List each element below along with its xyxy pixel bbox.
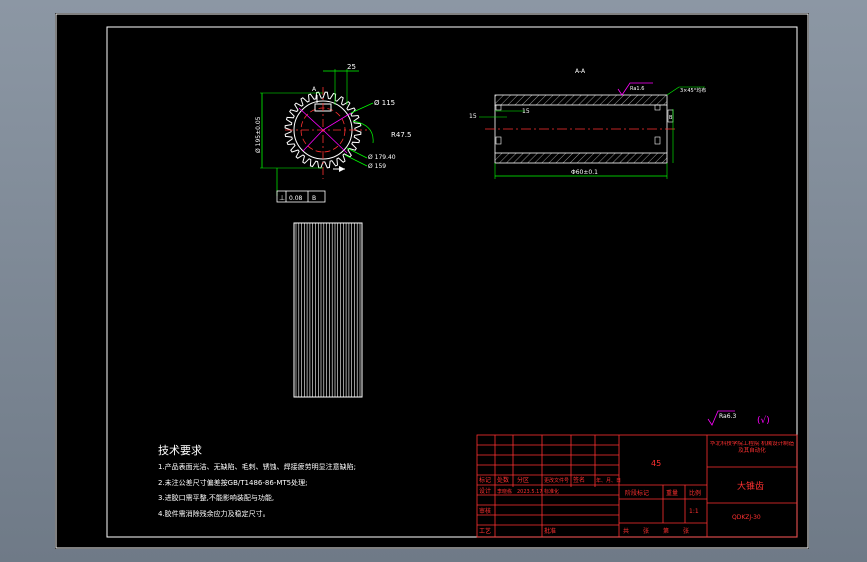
tb-stage-label: 阶段标记 xyxy=(625,489,649,497)
dim-length-text: Φ60±0.1 xyxy=(571,169,598,176)
drawing-canvas: A 25 Ø 195±0.05 Ø 115 R47.5 Ø 179.40 Ø 1… xyxy=(55,13,809,549)
tech-item-1: 1.产品表面光洁、无缺陷、毛刺、锈蚀、焊接疲劳明显注意缺陷; xyxy=(158,462,356,471)
lower-wall xyxy=(494,152,668,164)
datum-a-label: A xyxy=(312,86,317,93)
tooth-face-lines xyxy=(295,223,361,397)
tb-school: 华北科技学院工程院 机械设计制造及其自动化 xyxy=(709,441,795,454)
tb-label-sign: 签名 xyxy=(573,476,585,484)
tolerance-symbol: ⊥ xyxy=(279,194,285,202)
section-arrow xyxy=(339,166,345,172)
dim-pitch-text: Ø 179.40 xyxy=(368,154,396,161)
tech-item-3: 3.进胶口需平整,不能影响装配与功能, xyxy=(158,493,274,502)
hole-tr xyxy=(654,104,661,111)
tech-requirements: 技术要求 1.产品表面光洁、无缺陷、毛刺、锈蚀、焊接疲劳明显注意缺陷; 2.未注… xyxy=(158,444,356,518)
inner-border xyxy=(106,26,798,538)
hole-tl xyxy=(495,104,502,111)
cad-viewport: A 25 Ø 195±0.05 Ø 115 R47.5 Ø 179.40 Ø 1… xyxy=(0,0,867,562)
tb-approve-label: 批准 xyxy=(544,527,556,535)
tolerance-datum: B xyxy=(312,195,316,202)
tb-drawing-no: QDKZJ-30 xyxy=(732,514,761,521)
global-roughness: Ra6.3 (√) xyxy=(707,410,770,426)
tech-title: 技术要求 xyxy=(158,444,202,457)
dim-side-text: 15 xyxy=(469,113,477,120)
gear-front-view: A 25 Ø 195±0.05 Ø 115 R47.5 Ø 179.40 Ø 1… xyxy=(255,63,411,203)
tb-craft-label: 工艺 xyxy=(479,527,491,535)
tb-school-wrap: 华北科技学院工程院 机械设计制造及其自动化 xyxy=(709,441,795,454)
tb-sheet-unit-1: 张 xyxy=(643,527,649,535)
section-title: A-A xyxy=(575,68,586,75)
tb-audit-label: 审核 xyxy=(479,507,491,515)
chamfer-text: 3×45°均布 xyxy=(680,87,706,94)
tb-design-date: 2023.5.17 xyxy=(517,489,542,495)
tb-scale: 1:1 xyxy=(689,508,699,515)
tb-material: 45 xyxy=(651,459,661,468)
tolerance-value: 0.08 xyxy=(289,195,303,202)
drawing-sheet: A 25 Ø 195±0.05 Ø 115 R47.5 Ø 179.40 Ø 1… xyxy=(55,13,809,549)
dim-root-text: Ø 159 xyxy=(368,163,386,170)
radial-line-3 xyxy=(302,129,324,152)
dim-left-text: Ø 195±0.05 xyxy=(255,116,262,153)
tb-design-label: 设计 xyxy=(479,487,491,495)
section-view-a-a: A-A Φ60±0.1 15 15 Ra1.6 3×45°均布 B xyxy=(469,68,706,179)
tb-sheet-no: 第 xyxy=(663,527,669,535)
dim-radius-text: R47.5 xyxy=(391,131,411,139)
gear-side-view xyxy=(293,222,363,398)
tb-sheet-total: 共 xyxy=(623,527,629,535)
dim-width-text: 25 xyxy=(347,63,356,71)
dim-inner-text: 15 xyxy=(522,108,530,115)
tech-item-4: 4.胶件需消除残余应力及稳定尺寸。 xyxy=(158,509,270,518)
tb-std-label: 标准化 xyxy=(544,488,559,495)
tb-scale-label: 比例 xyxy=(689,489,701,497)
radial-line-2 xyxy=(322,112,352,131)
datum-b-label: B xyxy=(669,115,673,121)
dim-outer-text: Ø 115 xyxy=(374,99,395,107)
hole-bl xyxy=(495,136,502,145)
tb-weight-label: 重量 xyxy=(666,489,678,497)
tb-label-change: 更改文件号 xyxy=(544,477,569,484)
tb-designer: 李晓栋 xyxy=(497,488,512,495)
roughness-global-value: Ra6.3 xyxy=(719,413,736,420)
upper-wall xyxy=(494,94,668,106)
tb-label-date: 年、月、日 xyxy=(596,477,621,484)
tb-label-mark: 标记 xyxy=(479,476,491,484)
hole-br xyxy=(654,136,661,145)
arc-leader xyxy=(352,120,374,144)
tb-sheet-unit-2: 张 xyxy=(683,527,689,535)
radial-line-4 xyxy=(322,129,348,154)
tb-label-count: 处数 xyxy=(497,476,509,484)
tech-item-2: 2.未注公差尺寸偏差按GB/T1486-86-MT5处理; xyxy=(158,478,307,487)
roughness-global-suffix: (√) xyxy=(757,415,770,426)
tb-part-name: 大锥齿 xyxy=(737,480,764,492)
roughness-top-text: Ra1.6 xyxy=(630,86,644,92)
chamfer-leader xyxy=(666,86,680,96)
tb-label-zone: 分区 xyxy=(517,476,529,484)
